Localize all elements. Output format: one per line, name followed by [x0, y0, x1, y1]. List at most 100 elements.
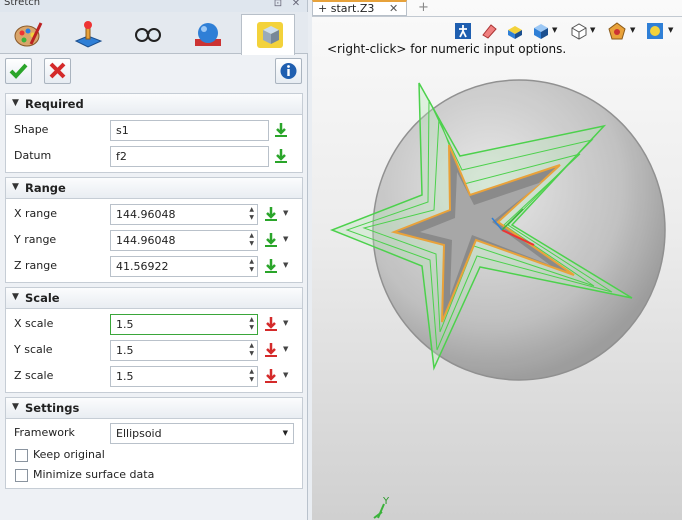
x-range-field[interactable]: 144.96048 ▲ ▼: [110, 204, 258, 225]
section-range-header[interactable]: ▼ Range: [5, 177, 303, 199]
pick-arrow-icon[interactable]: [264, 258, 278, 274]
spinner-icon[interactable]: ▲ ▼: [249, 316, 254, 332]
dropdown-arrow-icon[interactable]: ▼: [283, 209, 288, 217]
dropdown-arrow-icon[interactable]: ▼: [668, 26, 673, 34]
info-button[interactable]: [275, 58, 302, 84]
cube-icon: [257, 22, 283, 48]
z-scale-row: Z scale 1.5 ▲ ▼ ▼: [6, 364, 302, 390]
pick-arrow-red-icon[interactable]: [264, 342, 278, 358]
datum-label: Datum: [14, 149, 52, 162]
spinner-icon[interactable]: ▲ ▼: [249, 206, 254, 222]
tab-glasses[interactable]: [120, 14, 174, 52]
axis-y-label: Y: [383, 496, 390, 507]
spinner-icon[interactable]: ▲ ▼: [249, 258, 254, 274]
tab-strip-divider: [312, 16, 682, 17]
joystick-icon: [74, 21, 103, 48]
tab-cube[interactable]: [241, 14, 295, 55]
dropdown-arrow-icon[interactable]: ▼: [552, 26, 557, 34]
glasses-icon: [135, 28, 161, 42]
section-scale-body: X scale 1.5 ▲ ▼ ▼ Y scale 1.5 ▲ ▼ ▼ Z scale …: [5, 309, 303, 393]
y-range-label: Y range: [14, 233, 57, 246]
section-required-body: Shape s1 Datum f2: [5, 115, 303, 173]
feature-tabs: [0, 12, 308, 55]
y-range-row: Y range 144.96048 ▲ ▼ ▼: [6, 228, 302, 254]
keep-original-checkbox[interactable]: [15, 449, 28, 462]
box-yellow-icon[interactable]: [506, 22, 524, 40]
dropdown-arrow-icon[interactable]: ▼: [283, 345, 288, 353]
hint-text: <right-click> for numeric input options.: [327, 42, 567, 56]
shape-field[interactable]: s1: [110, 120, 269, 141]
view-options-icon[interactable]: [646, 22, 664, 40]
x-scale-field[interactable]: 1.5 ▲ ▼: [110, 314, 258, 335]
dropdown-arrow-icon[interactable]: ▼: [283, 261, 288, 269]
wire-cube-icon[interactable]: [570, 22, 588, 40]
pick-arrow-red-icon[interactable]: [264, 368, 278, 384]
close-icon[interactable]: ✕: [290, 0, 302, 9]
datum-field[interactable]: f2: [110, 146, 269, 167]
chevron-down-icon: ▼: [282, 429, 288, 437]
section-settings-body: Framework Ellipsoid ▼ Keep original Minim…: [5, 419, 303, 489]
section-title: Settings: [25, 401, 80, 415]
pick-arrow-icon[interactable]: [274, 148, 288, 164]
y-scale-field[interactable]: 1.5 ▲ ▼: [110, 340, 258, 361]
collapse-icon: ▼: [12, 98, 19, 108]
tab-paint[interactable]: [0, 14, 54, 52]
document-tab[interactable]: + start.Z3 ✕: [312, 0, 407, 16]
collapse-icon: ▼: [12, 292, 19, 302]
ok-button[interactable]: [5, 58, 32, 84]
plus-icon: +: [318, 2, 331, 15]
render-mode-icon[interactable]: [608, 22, 626, 40]
walk-icon[interactable]: [454, 22, 472, 40]
framework-value: Ellipsoid: [116, 427, 162, 440]
pick-arrow-icon[interactable]: [264, 206, 278, 222]
z-scale-field[interactable]: 1.5 ▲ ▼: [110, 366, 258, 387]
framework-select[interactable]: Ellipsoid ▼: [110, 423, 294, 444]
tab-sphere[interactable]: [180, 14, 234, 52]
z-scale-label: Z scale: [14, 369, 54, 382]
paint-palette-icon: [14, 22, 43, 47]
section-settings-header[interactable]: ▼ Settings: [5, 397, 303, 419]
z-range-row: Z range 41.56922 ▲ ▼ ▼: [6, 254, 302, 280]
pick-arrow-icon[interactable]: [274, 122, 288, 138]
eraser-icon[interactable]: [480, 22, 498, 40]
stretch-panel: Stretch ⊡ ✕ ▼ Required Shape s1 Datum f2…: [0, 0, 308, 520]
framework-label: Framework: [14, 426, 75, 439]
section-range-body: X range 144.96048 ▲ ▼ ▼ Y range 144.96048 ▲…: [5, 199, 303, 283]
dropdown-arrow-icon[interactable]: ▼: [630, 26, 635, 34]
close-tab-icon[interactable]: ✕: [389, 2, 398, 15]
section-required-header[interactable]: ▼ Required: [5, 93, 303, 115]
dropdown-arrow-icon[interactable]: ▼: [283, 371, 288, 379]
pin-icon[interactable]: ⊡: [272, 0, 284, 9]
dropdown-arrow-icon[interactable]: ▼: [590, 26, 595, 34]
x-range-label: X range: [14, 207, 58, 220]
cancel-x-icon: [49, 62, 66, 79]
new-tab-button[interactable]: +: [418, 0, 429, 15]
y-scale-value: 1.5: [116, 344, 134, 357]
shaded-cube-icon[interactable]: [532, 22, 550, 40]
dropdown-arrow-icon[interactable]: ▼: [283, 235, 288, 243]
shape-label: Shape: [14, 123, 49, 136]
3d-viewport[interactable]: + start.Z3 ✕ + ▼ ▼ ▼ ▼ <right-click> for…: [312, 0, 682, 520]
section-scale-header[interactable]: ▼ Scale: [5, 287, 303, 309]
panel-titlebar: Stretch ⊡ ✕: [0, 0, 307, 12]
info-icon: [280, 63, 297, 79]
z-range-field[interactable]: 41.56922 ▲ ▼: [110, 256, 258, 277]
shape-row: Shape s1: [6, 118, 302, 144]
cancel-button[interactable]: [44, 58, 71, 84]
section-title: Scale: [25, 291, 60, 305]
keep-original-row: Keep original: [6, 444, 302, 466]
dropdown-arrow-icon[interactable]: ▼: [283, 319, 288, 327]
spinner-icon[interactable]: ▲ ▼: [249, 368, 254, 384]
tab-joystick[interactable]: [60, 14, 114, 52]
spinner-icon[interactable]: ▲ ▼: [249, 232, 254, 248]
pick-arrow-icon[interactable]: [264, 232, 278, 248]
action-bar: [0, 55, 308, 89]
y-scale-row: Y scale 1.5 ▲ ▼ ▼: [6, 338, 302, 364]
model-scene: [329, 79, 666, 519]
minimize-surface-checkbox[interactable]: [15, 469, 28, 482]
spinner-icon[interactable]: ▲ ▼: [249, 342, 254, 358]
x-range-value: 144.96048: [116, 208, 176, 221]
y-range-field[interactable]: 144.96048 ▲ ▼: [110, 230, 258, 251]
pick-arrow-red-icon[interactable]: [264, 316, 278, 332]
z-scale-value: 1.5: [116, 370, 134, 383]
